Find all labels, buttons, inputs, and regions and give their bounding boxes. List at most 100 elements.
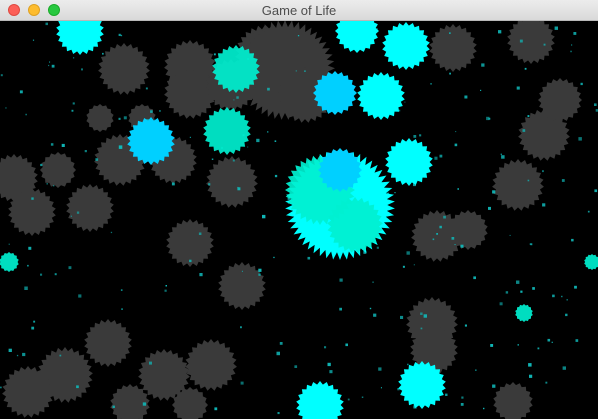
live-cell-particle [71,109,74,112]
live-cell-particle [406,251,410,255]
live-cell-particle [16,354,19,357]
live-cell-particle [449,32,451,34]
dead-cell-cluster [507,21,555,64]
live-cell-particle [394,192,396,194]
dead-cell-cluster [493,382,533,419]
live-cell-particle [324,346,327,349]
live-cell-particle [329,370,333,374]
live-cell-particle [120,289,123,291]
dead-cell-cluster [40,152,76,188]
title-bar[interactable]: Game of Life [0,0,598,21]
live-cell-particle [19,90,23,94]
live-cell-particle [430,83,432,85]
live-cell-particle [118,117,121,120]
live-cell-particle [545,381,548,384]
live-cell-particle [240,381,244,385]
live-cell-particle [277,412,280,415]
live-cell-particle [500,153,502,155]
live-cell-particle [345,343,348,347]
live-cell-particle [570,50,572,53]
live-cell-particle [189,259,192,263]
dead-cell-cluster [98,43,150,95]
live-cell-cluster [382,22,430,70]
live-cell-particle [551,341,553,343]
live-cell-particle [150,110,153,113]
live-cell-particle [483,407,485,410]
live-cell-particle [449,72,451,75]
live-cell-particle [361,396,364,398]
live-cell-particle [118,33,121,36]
live-cell-particle [50,143,54,146]
live-cell-particle [481,63,485,67]
live-cell-particle [402,265,405,268]
live-cell-particle [247,146,249,148]
live-cell-cluster [357,72,405,120]
live-cell-particle [565,313,568,317]
live-cell-particle [199,273,203,277]
live-cell-particle [439,225,442,229]
live-cell-particle [522,129,526,132]
live-cell-particle [267,87,270,91]
live-cell-particle [460,244,464,248]
live-cell-particle [339,278,343,282]
live-cell-particle [464,95,468,99]
live-cell-particle [543,43,546,46]
live-cell-particle [236,96,239,99]
live-cell-particle [509,234,511,236]
live-cell-particle [369,307,372,310]
live-cell-particle [40,163,43,167]
live-cell-particle [571,238,574,242]
live-cell-cluster [0,252,19,272]
live-cell-particle [486,116,490,121]
live-cell-cluster [203,107,251,155]
live-cell-particle [505,291,509,294]
live-cell-particle [455,131,457,133]
live-cell-particle [40,273,43,276]
live-cell-particle [436,233,438,235]
game-canvas[interactable] [0,21,598,419]
live-cell-particle [594,103,597,106]
live-cell-particle [54,273,57,276]
live-cell-particle [528,363,532,367]
live-cell-particle [527,115,530,117]
live-cell-particle [237,187,241,191]
live-cell-particle [537,347,540,350]
live-cell-particle [213,53,216,56]
live-cell-particle [149,361,152,365]
live-cell-particle [347,398,350,401]
live-cell-particle [8,243,10,245]
live-cell-particle [439,154,443,158]
live-cell-particle [233,99,235,101]
game-board[interactable] [0,21,598,419]
live-cell-particle [516,280,520,284]
live-cell-particle [258,273,261,276]
live-cell-particle [28,246,32,250]
live-cell-particle [81,68,83,71]
live-cell-particle [95,158,99,161]
live-cell-particle [432,238,435,241]
live-cell-particle [5,107,7,109]
live-cell-particle [276,351,280,356]
live-cell-particle [492,384,496,388]
live-cell-particle [400,315,404,319]
live-cell-particle [214,407,218,411]
live-cell-particle [307,256,311,260]
live-cell-particle [274,140,277,142]
live-cell-particle [27,264,29,267]
live-cell-particle [451,237,455,240]
live-cell-particle [61,143,65,147]
live-cell-particle [413,135,417,138]
live-cell-particle [68,266,72,270]
live-cell-particle [120,34,123,37]
live-cell-particle [501,155,505,159]
live-cell-particle [517,344,519,346]
live-cell-particle [297,35,300,37]
live-cell-particle [256,138,260,143]
live-cell-particle [110,231,113,234]
live-cell-particle [423,314,427,318]
dead-cell-cluster [66,184,114,232]
live-cell-particle [241,270,243,272]
live-cell-particle [118,145,123,149]
live-cell-cluster [56,21,104,55]
live-cell-particle [499,302,503,306]
